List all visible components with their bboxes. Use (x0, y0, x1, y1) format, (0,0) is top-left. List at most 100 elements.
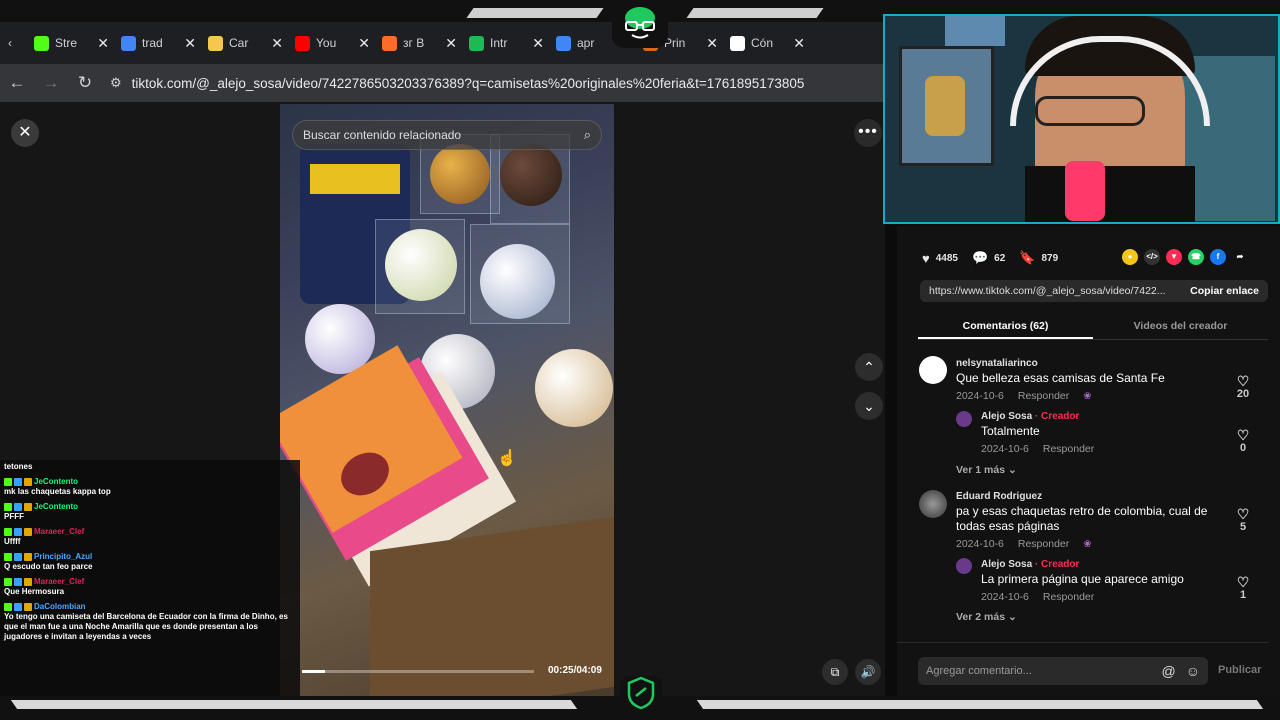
view-more-replies[interactable]: Ver 2 más ⌄ (956, 611, 1017, 623)
chat-username[interactable]: JeContento (34, 477, 78, 487)
stream-badge (620, 676, 662, 716)
previous-video-button[interactable]: ⌃ (855, 353, 883, 381)
send-icon[interactable]: ▼ (1166, 249, 1182, 265)
pip-button[interactable]: ⧉ (822, 659, 848, 685)
chat-username[interactable]: DaColombian (34, 602, 86, 612)
chat-message: JeContento mk las chaquetas kappa top (4, 477, 296, 497)
related-search-box[interactable]: Buscar contenido relacionado ⌕ (292, 120, 602, 150)
chat-badge-icon (4, 503, 12, 511)
browser-tab[interactable]: You ✕ (289, 22, 376, 64)
share-arrow-icon[interactable]: ➦ (1232, 249, 1248, 265)
chat-text: PFFF (4, 512, 24, 521)
reply-button[interactable]: Responder (1018, 538, 1069, 550)
streamer-logo (612, 4, 668, 48)
close-tab-icon[interactable]: ✕ (184, 35, 196, 52)
chat-message: Principito_Azul Q escudo tan feo parce (4, 552, 296, 572)
reply-username[interactable]: Alejo Sosa (981, 559, 1032, 570)
overlay-stripe (466, 8, 604, 18)
reply-button[interactable]: Responder (1018, 390, 1069, 402)
comment-date: 2024-10-6 (956, 538, 1004, 550)
chat-badge-icon (24, 503, 32, 511)
site-settings-icon[interactable]: ⚙ (110, 75, 122, 91)
browser-tab[interactable]: Cón ✕ (724, 22, 811, 64)
comment-input[interactable]: Agregar comentario... @ ☺ (918, 657, 1208, 685)
reply-button[interactable]: Responder (1043, 443, 1094, 455)
chat-user[interactable]: JeContento (4, 477, 296, 487)
whatsapp-icon[interactable]: ☎ (1188, 249, 1204, 265)
more-options-button[interactable]: ••• (854, 119, 882, 147)
emoji-icon[interactable]: ☺ (1186, 663, 1200, 679)
reply-username[interactable]: Alejo Sosa (981, 411, 1032, 422)
comment-like[interactable]: ♡ 20 (1232, 374, 1254, 400)
chat-username[interactable]: Principito_Azul (34, 552, 92, 562)
close-tab-icon[interactable]: ✕ (358, 35, 370, 52)
browser-tab[interactable]: Car ✕ (202, 22, 289, 64)
comment-like[interactable]: ♡ 5 (1232, 507, 1254, 533)
facebook-icon[interactable]: f (1210, 249, 1226, 265)
webcam-trophy (925, 76, 965, 136)
comment-username[interactable]: Eduard Rodriguez (956, 491, 1211, 502)
chat-badge-icon (4, 578, 12, 586)
tab-list-chevron-icon[interactable]: ‹ (8, 36, 28, 50)
spotify-icon (469, 35, 484, 51)
chat-username[interactable]: Maraeer_Clef (34, 527, 84, 537)
close-tab-icon[interactable]: ✕ (97, 35, 109, 52)
close-tab-icon[interactable]: ✕ (532, 35, 544, 52)
saves-stat[interactable]: 🔖 879 (1019, 250, 1058, 266)
avatar[interactable] (919, 356, 947, 384)
chat-badge-icon (24, 478, 32, 486)
reload-button[interactable]: ↻ (68, 73, 102, 93)
tab-creator-videos[interactable]: Videos del creador (1093, 314, 1268, 339)
publish-button[interactable]: Publicar (1218, 664, 1261, 676)
video-player[interactable] (280, 104, 614, 698)
browser-tab[interactable]: Intr ✕ (463, 22, 550, 64)
close-tab-icon[interactable]: ✕ (445, 35, 457, 52)
chat-username[interactable]: JeContento (34, 502, 78, 512)
browser-tab[interactable]: зг B ✕ (376, 22, 463, 64)
close-tab-icon[interactable]: ✕ (793, 35, 805, 52)
avatar[interactable] (956, 558, 972, 574)
reply-like[interactable]: ♡ 1 (1232, 575, 1254, 601)
panel-tabs: Comentarios (62) Videos del creador (918, 314, 1268, 340)
avatar[interactable] (956, 411, 972, 427)
video-scene-ball (535, 349, 613, 427)
mention-icon[interactable]: @ (1161, 663, 1175, 679)
chat-username[interactable]: Maraeer_Clef (34, 577, 84, 587)
chat-user[interactable]: DaColombian (4, 602, 296, 612)
comments-stat[interactable]: 💬 62 (972, 250, 1005, 266)
chevron-down-icon: ⌄ (1007, 611, 1017, 623)
video-progress-bar[interactable] (302, 670, 534, 673)
chat-badge-icon (24, 553, 32, 561)
chat-user[interactable]: Principito_Azul (4, 552, 296, 562)
heart-outline-icon: ♡ (1236, 427, 1250, 443)
forward-button[interactable]: → (34, 73, 68, 93)
avatar[interactable] (919, 490, 947, 518)
comment-username[interactable]: nelsynataliarinco (956, 358, 1280, 369)
heart-outline-icon: ♡ (1236, 373, 1250, 389)
copy-link-button[interactable]: Copiar enlace (1190, 285, 1259, 297)
chat-user[interactable]: Maraeer_Clef (4, 527, 296, 537)
close-tab-icon[interactable]: ✕ (706, 35, 718, 52)
reply-button[interactable]: Responder (1043, 591, 1094, 603)
embed-icon[interactable]: </> (1144, 249, 1160, 265)
close-tab-icon[interactable]: ✕ (271, 35, 283, 52)
view-more-replies[interactable]: Ver 1 más ⌄ (956, 464, 1017, 476)
search-icon[interactable]: ⌕ (584, 127, 591, 143)
browser-tab[interactable]: Stre ✕ (28, 22, 115, 64)
back-button[interactable]: ← (0, 73, 34, 93)
reply-like[interactable]: ♡ 0 (1232, 428, 1254, 454)
close-video-button[interactable]: ✕ (11, 119, 39, 147)
browser-tab[interactable]: trad ✕ (115, 22, 202, 64)
coin-icon[interactable]: ● (1122, 249, 1138, 265)
likes-stat[interactable]: ♥ 4485 (922, 250, 958, 266)
tab-comments[interactable]: Comentarios (62) (918, 314, 1093, 339)
chat-user[interactable]: JeContento (4, 502, 296, 512)
chat-user[interactable]: Maraeer_Clef (4, 577, 296, 587)
google-icon (121, 35, 136, 51)
volume-button[interactable]: 🔊 (855, 659, 881, 685)
shield-icon (627, 676, 655, 710)
comment-like-count: 5 (1239, 521, 1247, 533)
next-video-button[interactable]: ⌄ (855, 392, 883, 420)
address-bar[interactable]: ⚙ tiktok.com/@_alejo_sosa/video/74227865… (110, 68, 879, 98)
comment-text: pa y esas chaquetas retro de colombia, c… (956, 504, 1208, 533)
